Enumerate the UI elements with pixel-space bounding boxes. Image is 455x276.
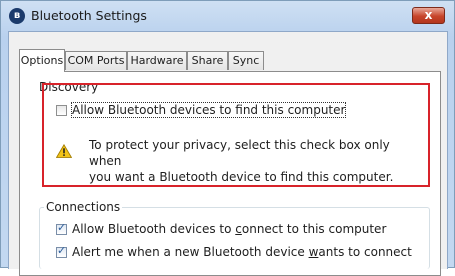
alert-new-device-checkbox[interactable]: ✓ — [56, 243, 67, 258]
tab-label: COM Ports — [67, 54, 125, 67]
tab-label: Hardware — [130, 54, 184, 67]
checkmark-icon: ✓ — [57, 243, 67, 257]
alert-new-device-label: Alert me when a new Bluetooth device wan… — [72, 245, 412, 259]
tab-com-ports[interactable]: COM Ports — [65, 51, 127, 70]
tab-hardware[interactable]: Hardware — [127, 51, 187, 70]
bluetooth-settings-window: ʙ Bluetooth Settings x Options COM Ports… — [0, 0, 455, 276]
bluetooth-icon: ʙ — [9, 8, 25, 24]
tab-sync[interactable]: Sync — [228, 51, 264, 70]
connections-group-label: Connections — [44, 200, 123, 214]
tab-label: Options — [20, 54, 64, 67]
alert-new-device-row[interactable]: ✓ Alert me when a new Bluetooth device w… — [56, 244, 412, 260]
tab-label: Sync — [232, 54, 260, 67]
window-title: Bluetooth Settings — [31, 8, 147, 23]
allow-connect-label: Allow Bluetooth devices to connect to th… — [72, 222, 387, 236]
allow-connect-checkbox[interactable]: ✓ — [56, 220, 67, 235]
tab-share[interactable]: Share — [187, 51, 228, 70]
title-bar[interactable]: ʙ Bluetooth Settings x — [1, 1, 454, 31]
checkmark-icon: ✓ — [57, 220, 67, 234]
tab-options[interactable]: Options — [19, 49, 65, 72]
tab-label: Share — [191, 54, 224, 67]
close-icon: x — [424, 8, 433, 22]
close-button[interactable]: x — [412, 7, 445, 24]
discovery-highlight-box — [42, 83, 430, 187]
allow-connect-row[interactable]: ✓ Allow Bluetooth devices to connect to … — [56, 221, 386, 237]
